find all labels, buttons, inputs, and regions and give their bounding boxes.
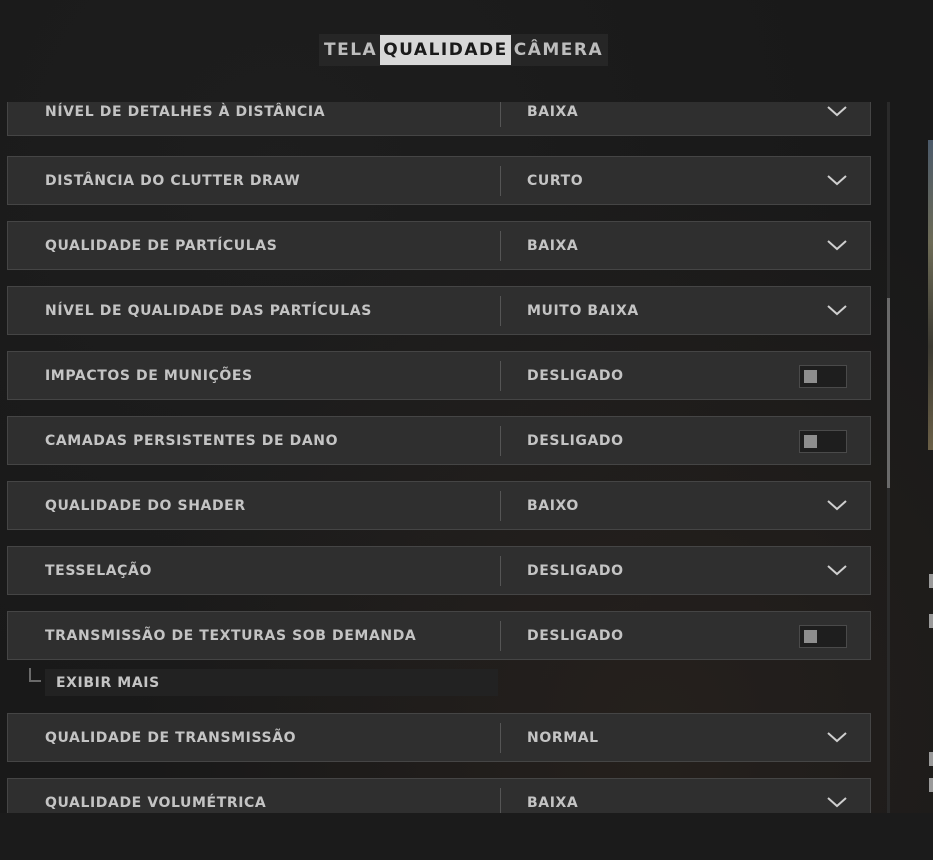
setting-value: BAIXA	[527, 794, 579, 811]
setting-row-texture-streaming[interactable]: TRANSMISSÃO DE TEXTURAS SOB DEMANDA DESL…	[7, 611, 871, 660]
show-more-group: EXIBIR MAIS	[25, 666, 505, 696]
setting-label: QUALIDADE DO SHADER	[45, 497, 246, 514]
setting-row-tessellation[interactable]: TESSELAÇÃO DESLIGADO	[7, 546, 871, 595]
tab-camera[interactable]: CÂMERA	[511, 35, 606, 65]
setting-label: TRANSMISSÃO DE TEXTURAS SOB DEMANDA	[45, 627, 417, 644]
chevron-down-icon[interactable]	[826, 730, 848, 744]
footer-bar	[0, 813, 933, 860]
chevron-down-icon[interactable]	[826, 238, 848, 252]
tab-tela[interactable]: TELA	[321, 35, 380, 65]
setting-row-volumetric-quality[interactable]: QUALIDADE VOLUMÉTRICA BAIXA	[7, 778, 871, 813]
setting-label: QUALIDADE VOLUMÉTRICA	[45, 794, 267, 811]
setting-label: TESSELAÇÃO	[45, 562, 152, 579]
setting-label: IMPACTOS DE MUNIÇÕES	[45, 367, 253, 384]
setting-label: QUALIDADE DE PARTÍCULAS	[45, 237, 278, 254]
tree-branch-icon	[29, 668, 41, 682]
setting-value: NORMAL	[527, 729, 599, 746]
setting-value: BAIXA	[527, 103, 579, 120]
scrollbar-thumb[interactable]	[887, 298, 890, 488]
scrollbar[interactable]	[887, 102, 890, 813]
setting-label: QUALIDADE DE TRANSMISSÃO	[45, 729, 297, 746]
setting-row-damage-layers[interactable]: CAMADAS PERSISTENTES DE DANO DESLIGADO	[7, 416, 871, 465]
chevron-down-icon[interactable]	[826, 498, 848, 512]
toggle-knob	[804, 369, 817, 383]
side-indicator	[929, 752, 933, 766]
setting-label: NÍVEL DE QUALIDADE DAS PARTÍCULAS	[45, 302, 372, 319]
setting-row-far-detail[interactable]: NÍVEL DE DETALHES À DISTÂNCIA BAIXA	[7, 102, 871, 136]
toggle-knob	[804, 629, 817, 643]
side-indicator	[929, 574, 933, 588]
setting-label: CAMADAS PERSISTENTES DE DANO	[45, 432, 339, 449]
show-more-button[interactable]: EXIBIR MAIS	[45, 669, 498, 696]
chevron-down-icon[interactable]	[826, 563, 848, 577]
settings-list: NÍVEL DE DETALHES À DISTÂNCIA BAIXA DIST…	[7, 102, 873, 813]
setting-row-shader-quality[interactable]: QUALIDADE DO SHADER BAIXO	[7, 481, 871, 530]
setting-row-streaming-quality[interactable]: QUALIDADE DE TRANSMISSÃO NORMAL	[7, 713, 871, 762]
setting-label: NÍVEL DE DETALHES À DISTÂNCIA	[45, 103, 326, 120]
toggle-switch[interactable]	[799, 429, 847, 453]
chevron-down-icon[interactable]	[826, 173, 848, 187]
setting-row-munition-impacts[interactable]: IMPACTOS DE MUNIÇÕES DESLIGADO	[7, 351, 871, 400]
toggle-switch[interactable]	[799, 364, 847, 388]
setting-value: BAIXA	[527, 237, 579, 254]
preview-image-edge	[928, 140, 933, 450]
setting-value: DESLIGADO	[527, 562, 624, 579]
setting-row-particle-level[interactable]: NÍVEL DE QUALIDADE DAS PARTÍCULAS MUITO …	[7, 286, 871, 335]
chevron-down-icon[interactable]	[826, 303, 848, 317]
setting-value: MUITO BAIXA	[527, 302, 639, 319]
chevron-down-icon[interactable]	[826, 104, 848, 118]
setting-row-particle-quality[interactable]: QUALIDADE DE PARTÍCULAS BAIXA	[7, 221, 871, 270]
setting-value: CURTO	[527, 172, 584, 189]
tab-qualidade[interactable]: QUALIDADE	[380, 35, 511, 65]
side-indicator	[929, 614, 933, 628]
toggle-knob	[804, 434, 817, 448]
toggle-switch[interactable]	[799, 624, 847, 648]
chevron-down-icon[interactable]	[826, 795, 848, 809]
settings-tab-bar: TELA QUALIDADE CÂMERA	[319, 34, 609, 66]
setting-label: DISTÂNCIA DO CLUTTER DRAW	[45, 172, 301, 189]
side-indicator	[929, 778, 933, 792]
setting-row-clutter-draw[interactable]: DISTÂNCIA DO CLUTTER DRAW CURTO	[7, 156, 871, 205]
setting-value: BAIXO	[527, 497, 579, 514]
